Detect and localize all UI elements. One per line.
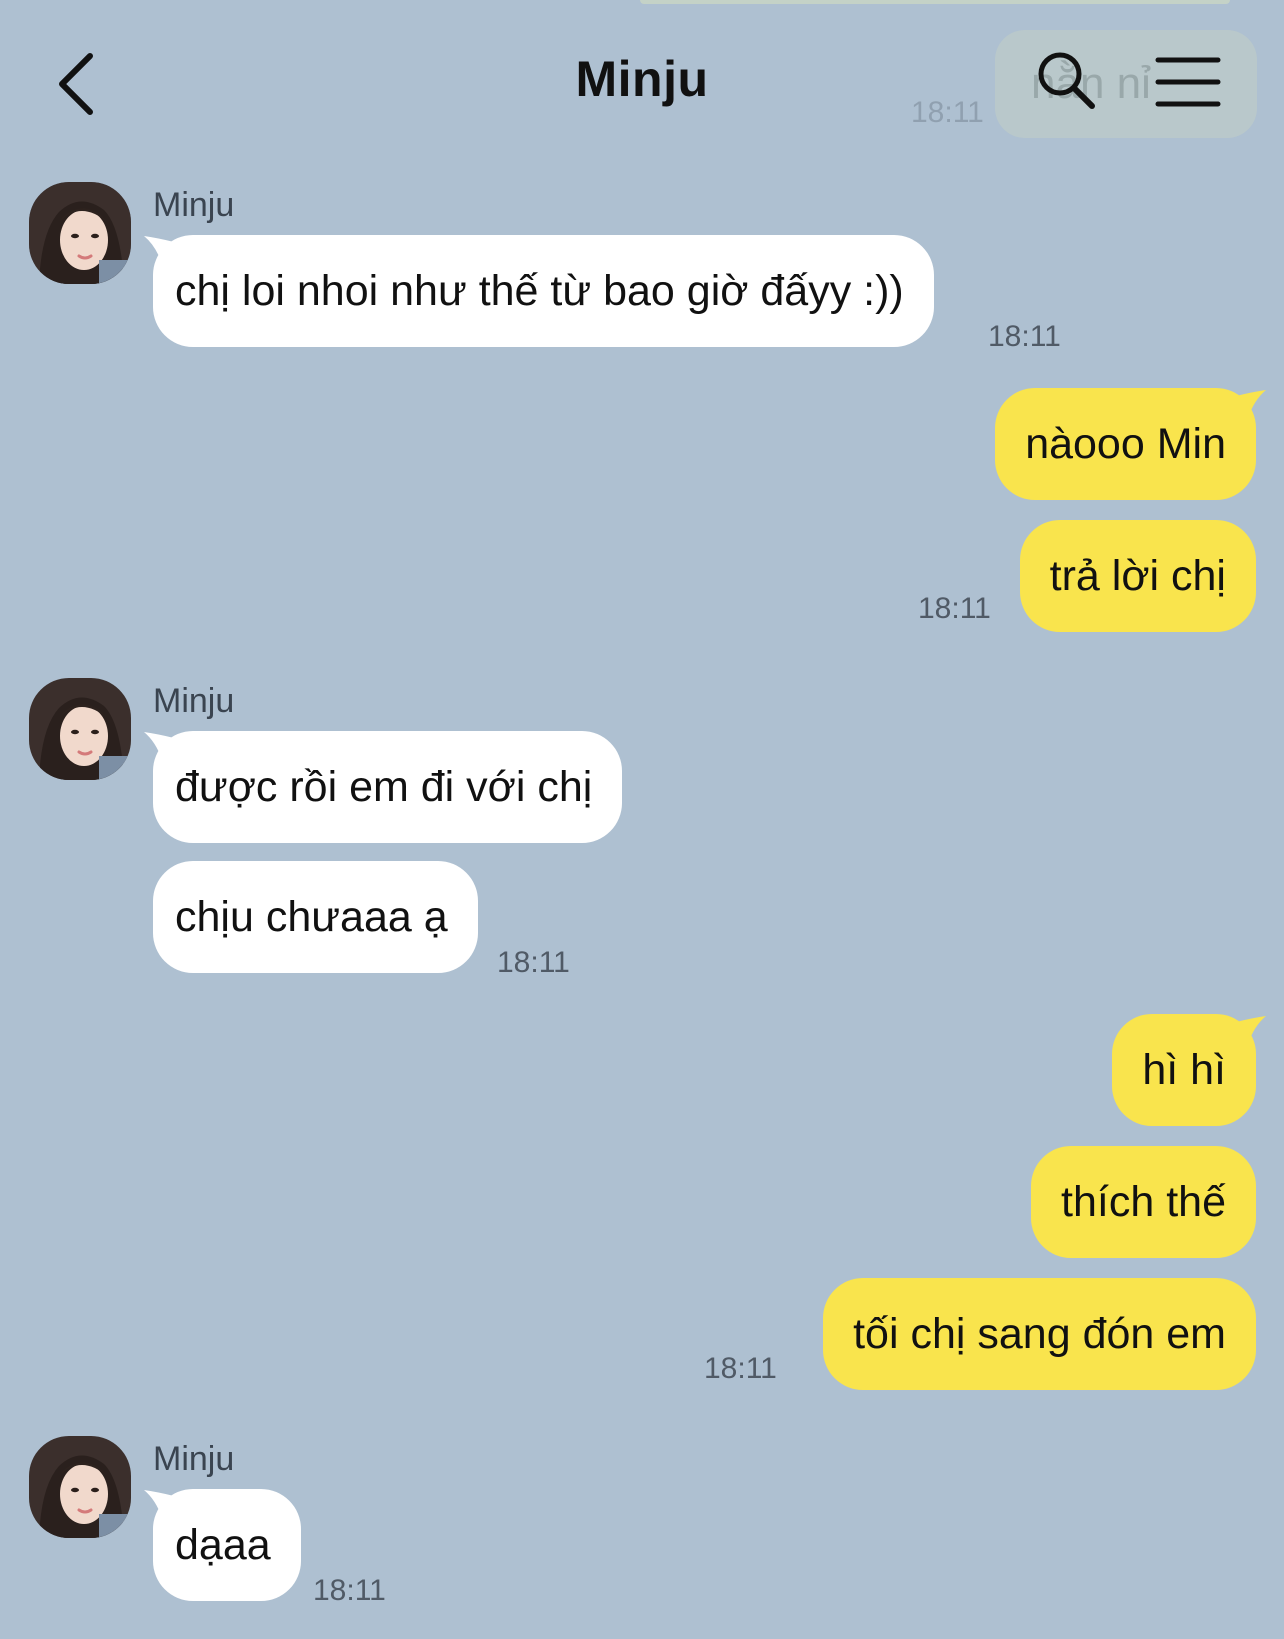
- chat-header: nằn nỉ 18:11 Minju: [0, 0, 1284, 160]
- search-button[interactable]: [1032, 46, 1102, 116]
- message-time: 18:11: [313, 1574, 386, 1607]
- message-bubble-outgoing[interactable]: hì hì: [1112, 1014, 1256, 1126]
- profile-photo-icon: [29, 1436, 131, 1538]
- message-bubble-outgoing[interactable]: thích thế: [1031, 1146, 1256, 1258]
- sender-name: Minju: [153, 682, 235, 720]
- profile-photo-icon: [29, 678, 131, 780]
- message-bubble-incoming[interactable]: chịu chưaaa ạ: [153, 861, 478, 973]
- message-bubble-incoming[interactable]: chị loi nhoi như thế từ bao giờ đấyy :)): [153, 235, 934, 347]
- menu-button[interactable]: [1152, 52, 1224, 112]
- message-time: 18:11: [988, 320, 1061, 353]
- message-time: 18:11: [704, 1352, 777, 1385]
- sender-name: Minju: [153, 1440, 235, 1478]
- message-bubble-incoming[interactable]: dạaa: [153, 1489, 301, 1601]
- avatar[interactable]: [29, 678, 131, 780]
- menu-icon: [1155, 57, 1221, 107]
- message-bubble-outgoing[interactable]: tối chị sang đón em: [823, 1278, 1256, 1390]
- avatar[interactable]: [29, 1436, 131, 1538]
- faded-previous-bubble: [640, 0, 1230, 4]
- message-bubble-outgoing[interactable]: trả lời chị: [1019, 520, 1256, 632]
- search-icon: [1038, 52, 1095, 109]
- message-time: 18:11: [497, 946, 570, 979]
- message-time: 18:11: [918, 592, 991, 625]
- sender-name: Minju: [153, 186, 235, 224]
- profile-photo-icon: [29, 182, 131, 284]
- avatar[interactable]: [29, 182, 131, 284]
- message-bubble-incoming[interactable]: được rồi em đi với chị: [153, 731, 623, 843]
- message-bubble-outgoing[interactable]: nàooo Min: [995, 388, 1256, 500]
